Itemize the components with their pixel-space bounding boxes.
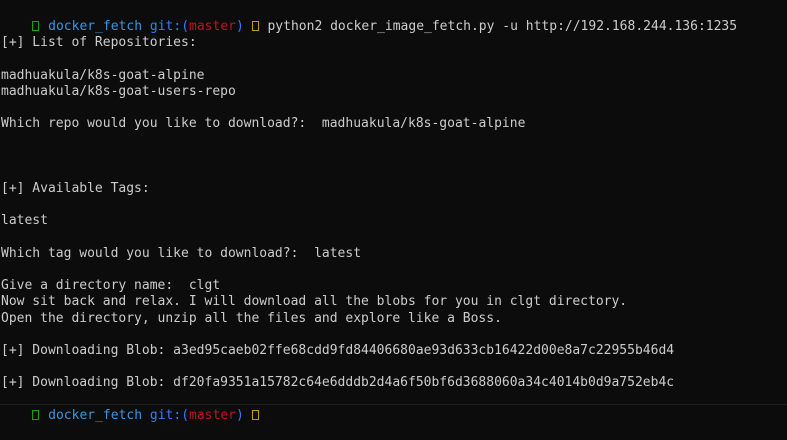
terminal-window[interactable]: docker_fetch git:(master) python2 docker… <box>0 3 787 423</box>
command-text: python2 docker_image_fetch.py -u http://… <box>267 19 738 35</box>
prompt-directory: docker_fetch <box>48 19 143 35</box>
tags-header: [+] Available Tags: <box>1 181 150 197</box>
prompt-line: docker_fetch git:(master) python2 docker… <box>0 3 787 34</box>
tag-question-line: Which tag would you like to download?: l… <box>0 246 787 262</box>
open-message: Open the directory, unzip all the files … <box>1 310 502 326</box>
repo-question-line: Which repo would you like to download?: … <box>0 116 787 132</box>
repo-answer: madhuakula/k8s-goat-alpine <box>321 116 526 132</box>
dir-question-line: Give a directory name: clgt <box>0 278 787 294</box>
git-label-close: ) <box>236 19 244 35</box>
blob-line: [+] Downloading Blob: a3ed95caeb02ffe68c… <box>1 342 675 358</box>
git-branch: master <box>189 19 236 35</box>
tag-question: Which tag would you like to download?: <box>1 245 299 261</box>
tag-answer: latest <box>314 245 362 261</box>
repo-question: Which repo would you like to download?: <box>1 116 307 132</box>
git-label: git:( <box>149 407 190 423</box>
prompt-line-current[interactable]: docker_fetch git:(master) <box>0 392 787 423</box>
git-label: git:( <box>149 19 190 35</box>
divider <box>0 404 787 405</box>
tag-list-item: latest <box>1 213 48 229</box>
git-branch: master <box>189 407 236 423</box>
arrow-icon <box>32 21 40 32</box>
repo-list-item: madhuakula/k8s-goat-alpine <box>1 67 205 83</box>
dir-question: Give a directory name: <box>1 278 174 294</box>
dir-answer: clgt <box>188 278 221 294</box>
repo-list-item: madhuakula/k8s-goat-users-repo <box>1 83 236 99</box>
git-label-close: ) <box>236 407 244 423</box>
dirty-marker-icon <box>251 21 259 32</box>
repos-header: [+] List of Repositories: <box>1 35 197 51</box>
relax-message: Now sit back and relax. I will download … <box>1 294 628 310</box>
prompt-directory: docker_fetch <box>48 407 143 423</box>
blob-line: [+] Downloading Blob: df20fa9351a15782c6… <box>1 375 675 391</box>
